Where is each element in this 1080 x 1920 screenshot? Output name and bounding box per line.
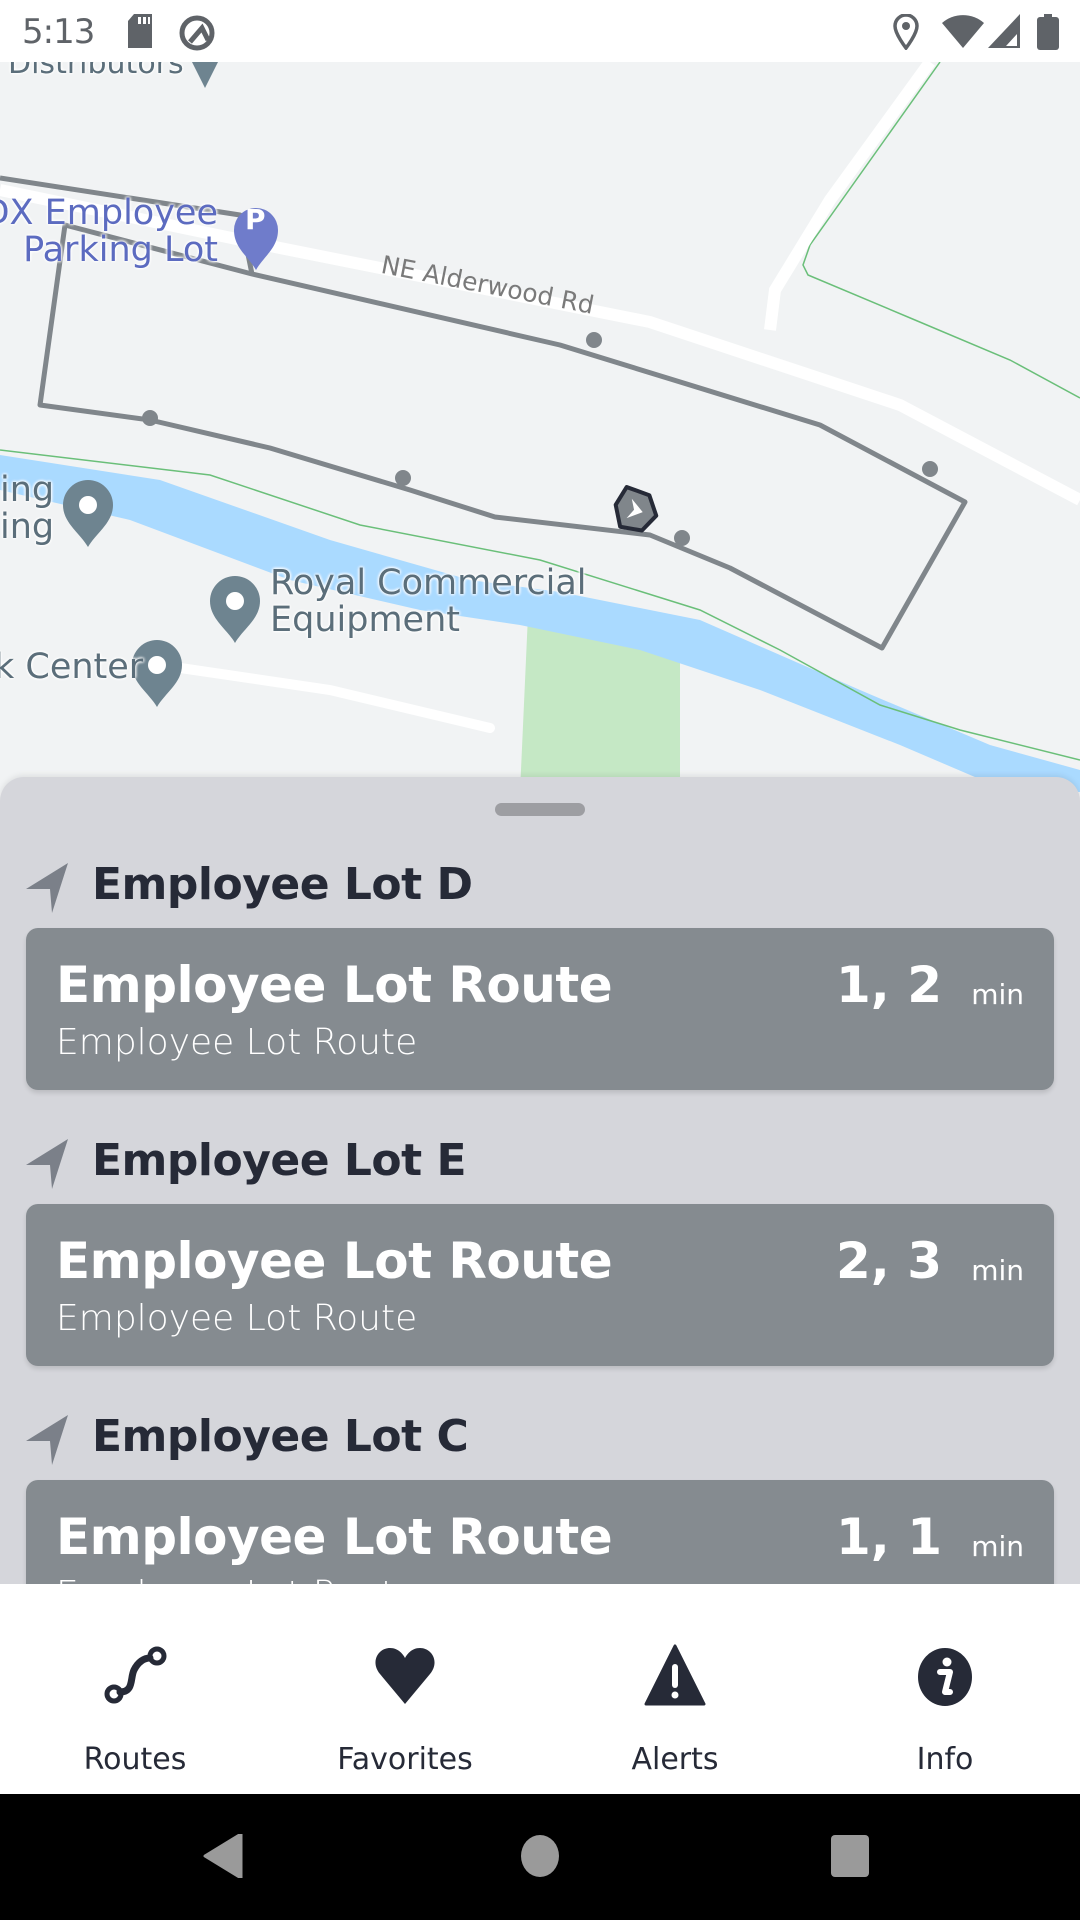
alert-icon [644,1644,706,1706]
nav-item-alerts[interactable]: Alerts [540,1584,810,1794]
boundary-line [802,62,1080,399]
nav-item-routes[interactable]: Routes [0,1584,270,1794]
nav-label: Favorites [337,1742,473,1777]
heart-icon [375,1648,435,1704]
route-card[interactable]: Employee Lot Route Employee Lot Route 1,… [26,1480,1054,1585]
arrival-times: 2, 3 [836,1232,942,1290]
stop-dot [674,530,690,546]
wifi-icon [942,15,984,48]
bottom-navigation: Routes Favorites Alerts Info [0,1584,1080,1794]
stop-dot [142,410,158,426]
stop-name: Employee Lot D [92,859,473,910]
recents-button[interactable] [830,1834,870,1878]
stop-header[interactable]: Employee Lot C [0,1411,1080,1467]
map-label-royal-commercial[interactable]: Royal Commercial Equipment [270,565,587,639]
route-card[interactable]: Employee Lot Route Employee Lot Route 2,… [26,1204,1054,1366]
route-card[interactable]: Employee Lot Route Employee Lot Route 1,… [26,928,1054,1090]
vehicle-marker [613,485,659,533]
stop-header[interactable]: Employee Lot D [0,859,1080,915]
route-title: Employee Lot Route [56,1508,613,1566]
arrival-times: 1, 2 [836,956,942,1014]
status-bar: 5:13 [0,0,1080,62]
stop-dot [922,461,938,477]
android-q-icon [179,15,215,51]
route-title: Employee Lot Route [56,1232,613,1290]
stop-dot [586,332,602,348]
stop-dot [395,470,411,486]
nav-item-info[interactable]: Info [810,1584,1080,1794]
arrival-unit: min [971,978,1024,1011]
routes-icon [104,1646,167,1704]
home-button[interactable] [520,1834,560,1878]
road-north [764,62,935,331]
poi-left-line1: ing [0,470,55,510]
map-label-poi-left[interactable]: ing ing [0,472,54,546]
stops-sheet: Employee Lot D Employee Lot Route Employ… [0,777,1080,1585]
nav-label: Routes [83,1742,187,1777]
poi-pin [210,576,260,643]
stop-name: Employee Lot C [92,1411,469,1462]
poi-pin [63,480,113,547]
poi-pin [192,62,218,88]
road-south [155,660,495,733]
route-title: Employee Lot Route [56,956,613,1014]
arrival-times: 1, 1 [836,1508,942,1566]
parking-label-line1: PDX Employee [0,193,218,233]
battery-icon [1037,14,1059,50]
map-label-parking[interactable]: PDX Employee Parking Lot [0,195,218,269]
navigation-arrow-icon [26,863,68,913]
nav-item-favorites[interactable]: Favorites [270,1584,540,1794]
parking-pin-glyph: P [245,203,266,236]
stop-header[interactable]: Employee Lot E [0,1135,1080,1191]
map-view[interactable]: Distributors P PDX Employee Parking Lot … [0,62,1080,792]
arrival-unit: min [971,1254,1024,1287]
map-canvas[interactable] [0,62,1080,792]
route-subtitle: Employee Lot Route [56,1022,418,1063]
map-label-distributors: Distributors [8,62,184,81]
back-button[interactable] [203,1834,243,1878]
location-icon [893,14,919,50]
sheet-drag-handle[interactable] [495,803,585,816]
royal-line1: Royal Commercial [270,563,587,603]
navigation-arrow-icon [26,1415,68,1465]
poi-left-line2: ing [0,506,55,547]
system-navigation-bar [0,1794,1080,1920]
arrival-unit: min [971,1530,1024,1563]
sd-card-icon [128,14,152,48]
route-subtitle: Employee Lot Route [56,1298,418,1339]
parking-label-line2: Parking Lot [23,229,218,270]
royal-line2: Equipment [270,599,460,640]
map-label-center[interactable]: k Center [0,649,143,686]
status-time: 5:13 [22,12,95,52]
signal-icon [988,14,1020,48]
stop-name: Employee Lot E [92,1135,467,1186]
info-icon [918,1648,972,1706]
navigation-arrow-icon [26,1139,68,1189]
nav-label: Alerts [631,1742,719,1777]
nav-label: Info [916,1742,974,1777]
